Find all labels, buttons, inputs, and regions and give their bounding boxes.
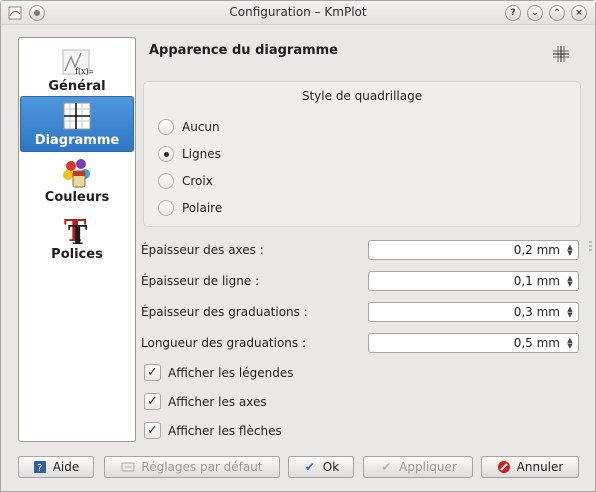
- apply-button-label: Appliquer: [399, 460, 457, 474]
- grid-style-group: Style de quadrillage Aucun Lignes Croix …: [143, 81, 581, 227]
- radio-label: Croix: [182, 174, 213, 188]
- tick-width-spinbox[interactable]: 0,3 mm ▲ ▼: [368, 302, 579, 322]
- apply-button[interactable]: ✔ Appliquer: [363, 456, 473, 478]
- grid-icon: [552, 45, 570, 63]
- page-title: Apparence du diagramme: [149, 43, 338, 58]
- help-button[interactable]: ? Aide: [18, 456, 94, 478]
- ok-button[interactable]: ✔ Ok: [288, 456, 354, 478]
- sidebar-item-label: Général: [48, 79, 106, 94]
- cancel-button-label: Annuler: [516, 460, 564, 474]
- splitter-handle[interactable]: [589, 241, 592, 253]
- checkbox[interactable]: ✓: [144, 393, 161, 410]
- svg-text:?: ?: [37, 463, 42, 474]
- radio-button[interactable]: [158, 146, 174, 162]
- defaults-button-label: Réglages par défaut: [141, 460, 263, 474]
- check-icon: ✔: [304, 460, 315, 474]
- spin-value: 0,5 mm: [513, 336, 560, 350]
- ok-button-label: Ok: [322, 460, 340, 474]
- checkbox[interactable]: ✓: [144, 422, 161, 439]
- checkbox-show-axes[interactable]: ✓ Afficher les axes: [144, 393, 267, 410]
- radio-label: Aucun: [182, 120, 220, 134]
- config-dialog: Configuration – KmPlot ? ⌄ ⌃ × f(x)= Gén…: [0, 0, 596, 492]
- checkbox-show-arrows[interactable]: ✓ Afficher les flèches: [144, 422, 282, 439]
- restore-defaults-icon: [121, 460, 135, 474]
- radio-polar[interactable]: Polaire: [158, 200, 222, 216]
- maximize-button[interactable]: ⌃: [549, 5, 565, 21]
- category-sidebar: f(x)= Général Diagramme Couleurs T T Pol…: [18, 37, 136, 442]
- title-bar[interactable]: Configuration – KmPlot ? ⌄ ⌃ ×: [1, 1, 595, 25]
- spin-arrows-icon[interactable]: ▲ ▼: [566, 244, 574, 257]
- help-title-button[interactable]: ?: [505, 5, 521, 21]
- radio-button[interactable]: [158, 200, 174, 216]
- radio-button[interactable]: [158, 119, 174, 135]
- minimize-button[interactable]: ⌄: [527, 5, 543, 21]
- spin-value: 0,2 mm: [513, 243, 560, 257]
- close-button[interactable]: ×: [571, 5, 587, 21]
- defaults-button[interactable]: Réglages par défaut: [104, 456, 280, 478]
- font-icon: T T: [61, 214, 93, 246]
- spin-value: 0,1 mm: [513, 274, 560, 288]
- sidebar-item-general[interactable]: f(x)= Général: [20, 41, 134, 97]
- cancel-button[interactable]: Annuler: [481, 456, 579, 478]
- grid-style-title: Style de quadrillage: [301, 89, 423, 103]
- radio-label: Lignes: [182, 147, 221, 161]
- radio-lines[interactable]: Lignes: [158, 146, 221, 162]
- sidebar-item-colors[interactable]: Couleurs: [20, 152, 134, 208]
- tick-length-label: Longueur des graduations :: [141, 336, 307, 350]
- tick-length-spinbox[interactable]: 0,5 mm ▲ ▼: [368, 333, 579, 353]
- sidebar-item-label: Couleurs: [44, 190, 110, 205]
- sidebar-item-fonts[interactable]: T T Polices: [20, 209, 134, 265]
- help-book-icon: ?: [33, 460, 47, 474]
- radio-button[interactable]: [158, 173, 174, 189]
- cancel-icon: [497, 460, 511, 474]
- grid-axes-icon: [61, 100, 93, 132]
- spin-arrows-icon[interactable]: ▲ ▼: [566, 306, 574, 319]
- checkbox-label: Afficher les légendes: [168, 365, 294, 380]
- color-palette-icon: [61, 157, 93, 189]
- svg-text:T: T: [68, 221, 88, 246]
- function-graph-icon: f(x)=: [61, 46, 93, 78]
- radio-cross[interactable]: Croix: [158, 173, 213, 189]
- spin-arrows-icon[interactable]: ▲ ▼: [566, 337, 574, 350]
- check-icon: ✔: [381, 460, 392, 474]
- radio-none[interactable]: Aucun: [158, 119, 220, 135]
- tick-width-label: Épaisseur des graduations :: [141, 305, 308, 319]
- axes-width-label: Épaisseur des axes :: [141, 243, 264, 257]
- checkbox[interactable]: ✓: [144, 364, 161, 381]
- checkbox-show-labels[interactable]: ✓ Afficher les légendes: [144, 364, 294, 381]
- sidebar-item-label: Diagramme: [34, 133, 120, 148]
- radio-label: Polaire: [182, 201, 223, 215]
- spin-arrows-icon[interactable]: ▲ ▼: [566, 275, 574, 288]
- svg-text:f(x)=: f(x)=: [75, 67, 93, 76]
- spin-value: 0,3 mm: [513, 305, 560, 319]
- line-width-label: Épaisseur de ligne :: [141, 274, 260, 288]
- checkbox-label: Afficher les axes: [168, 394, 267, 409]
- help-button-label: Aide: [52, 460, 80, 474]
- axes-width-spinbox[interactable]: 0,2 mm ▲ ▼: [368, 240, 579, 260]
- sidebar-item-diagram[interactable]: Diagramme: [20, 96, 134, 152]
- checkbox-label: Afficher les flèches: [168, 423, 282, 438]
- sidebar-item-label: Polices: [51, 247, 103, 262]
- line-width-spinbox[interactable]: 0,1 mm ▲ ▼: [368, 271, 579, 291]
